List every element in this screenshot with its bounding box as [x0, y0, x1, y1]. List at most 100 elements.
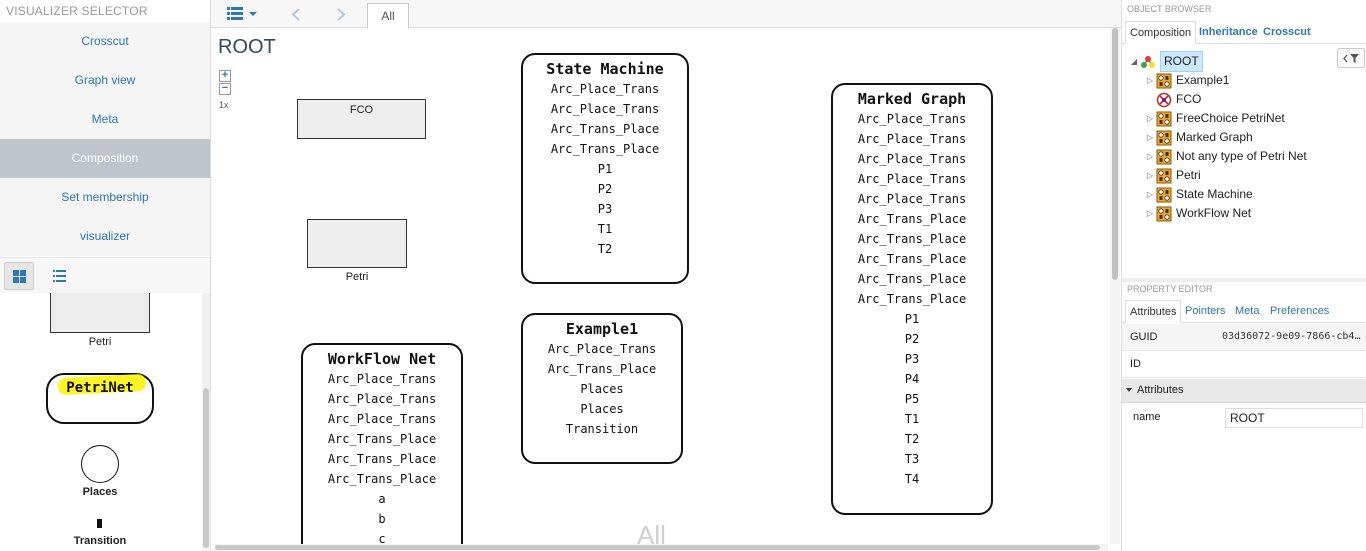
- marked-graph-row: Arc_Trans_Place: [857, 212, 967, 226]
- caret-down-icon: [249, 11, 257, 16]
- tree-node-marked-graph[interactable]: ▷ Marked Graph: [1144, 128, 1253, 147]
- tab-composition[interactable]: Composition: [1125, 21, 1197, 44]
- example1-row: Transition: [565, 422, 639, 436]
- visualizer-item-graph-view[interactable]: Graph view: [0, 61, 210, 100]
- canvas-horizontal-scrollbar-thumb[interactable]: [215, 545, 1100, 550]
- palette-petri-box[interactable]: [50, 293, 150, 333]
- state-machine-rows: Arc_Place_Trans Arc_Place_Trans Arc_Trans_…: [523, 79, 687, 259]
- zoom-out-button[interactable]: −: [219, 83, 231, 95]
- state-machine-row: Arc_Place_Trans: [550, 102, 660, 116]
- tab-all[interactable]: All: [367, 3, 409, 29]
- marked-graph-row: P4: [904, 372, 920, 386]
- canvas-vertical-scrollbar[interactable]: [1110, 28, 1120, 544]
- palette-petri-label: Petri: [88, 336, 112, 348]
- canvas-horizontal-scrollbar[interactable]: [215, 544, 1108, 551]
- tree-node-petri[interactable]: ▷ Petri: [1144, 166, 1201, 185]
- palette-scrollbar-thumb[interactable]: [203, 388, 209, 548]
- marked-graph-row: Arc_Place_Trans: [857, 112, 967, 126]
- state-machine-row: P2: [597, 182, 613, 196]
- canvas-vertical-scrollbar-thumb[interactable]: [1112, 28, 1118, 280]
- back-arrow-icon[interactable]: [291, 8, 301, 21]
- example1-node[interactable]: Example1 Arc_Place_Trans Arc_Trans_Place P…: [521, 313, 683, 464]
- marked-graph-node[interactable]: Marked Graph Arc_Place_Trans Arc_Place_Tr…: [831, 83, 993, 515]
- tab-meta[interactable]: Meta: [1231, 300, 1263, 323]
- tree-node-not-any-type-of-petri-net[interactable]: ▷ Not any type of Petri Net: [1144, 147, 1307, 166]
- fco-node[interactable]: FCO: [297, 99, 426, 139]
- palette-scrollbar[interactable]: [202, 293, 210, 551]
- workflow-net-row: Arc_Trans_Place: [327, 432, 437, 446]
- collapse-triangle-icon: [1126, 388, 1132, 392]
- state-machine-node[interactable]: State Machine Arc_Place_Trans Arc_Place_T…: [521, 53, 689, 284]
- object-tree: ◢ROOT▷Example1▷FCO▷FreeChoice PetriNet▷M…: [1122, 48, 1366, 278]
- tree-node-example1[interactable]: ▷ Example1: [1144, 71, 1229, 90]
- visualizer-item-meta[interactable]: Meta: [0, 100, 210, 139]
- list-view-button[interactable]: [44, 262, 74, 290]
- palette-transition-bar[interactable]: [97, 519, 102, 528]
- zoom-in-button[interactable]: +: [219, 70, 231, 82]
- state-machine-row: Arc_Trans_Place: [550, 122, 660, 136]
- example1-row: Places: [580, 402, 624, 416]
- workflow-net-node[interactable]: WorkFlow Net Arc_Place_Trans Arc_Place_Tr…: [301, 343, 463, 544]
- example1-title: Example1: [565, 320, 639, 338]
- expanded-arrow-icon[interactable]: ◢: [1128, 52, 1140, 71]
- panel-divider[interactable]: [1122, 278, 1366, 282]
- guid-row: GUID 03d36072-9e09-7866-cb4…: [1122, 324, 1366, 351]
- tab-crosscut[interactable]: Crosscut: [1259, 21, 1315, 44]
- panel-menu-button[interactable]: [227, 7, 258, 20]
- palette-places-circle[interactable]: [81, 445, 119, 483]
- model-icon: [1156, 187, 1172, 203]
- expand-arrow-icon[interactable]: ▷: [1144, 109, 1156, 128]
- workflow-net-row: Arc_Trans_Place: [327, 472, 437, 486]
- visualizer-item-composition[interactable]: Composition: [0, 139, 210, 178]
- example1-row: Arc_Trans_Place: [547, 362, 657, 376]
- name-key: name: [1133, 411, 1161, 423]
- attributes-group-label: Attributes: [1137, 384, 1184, 396]
- petri-node[interactable]: [307, 219, 407, 268]
- expand-arrow-icon[interactable]: ▷: [1144, 185, 1156, 204]
- visualizer-item-visualizer[interactable]: visualizer: [0, 217, 210, 256]
- grid-view-button[interactable]: [4, 262, 34, 290]
- diagram-canvas[interactable]: ROOT + − 1x FCO Petri State Machine Arc_…: [211, 28, 1108, 544]
- expand-arrow-icon[interactable]: ▷: [1144, 128, 1156, 147]
- tree-node-freechoice-petrinet[interactable]: ▷ FreeChoice PetriNet: [1144, 109, 1285, 128]
- tree-node-workflow-net[interactable]: ▷ WorkFlow Net: [1144, 204, 1251, 223]
- petri-label: Petri: [345, 271, 369, 283]
- object-browser-tabs: Composition Inheritance Crosscut: [1122, 21, 1366, 44]
- property-editor-title: PROPERTY EDITOR: [1127, 284, 1213, 294]
- tab-pointers[interactable]: Pointers: [1181, 300, 1229, 323]
- property-editor-tabs: Attributes Pointers Meta Preferences: [1122, 300, 1366, 323]
- right-panel: OBJECT BROWSER Composition Inheritance C…: [1121, 0, 1366, 551]
- attributes-group-header[interactable]: Attributes: [1122, 379, 1366, 403]
- model-icon: [1156, 130, 1172, 146]
- visualizer-item-set-membership[interactable]: Set membership: [0, 178, 210, 217]
- tree-node-label: Example1: [1176, 73, 1230, 87]
- marked-graph-row: T1: [904, 412, 920, 426]
- expand-arrow-icon[interactable]: ▷: [1144, 147, 1156, 166]
- tree-node-fco[interactable]: ▷FCO: [1144, 90, 1201, 109]
- marked-graph-row: P3: [904, 352, 920, 366]
- name-field[interactable]: [1225, 408, 1363, 428]
- tree-filter-button[interactable]: [1337, 48, 1365, 68]
- list-icon: [52, 270, 66, 282]
- example1-row: Arc_Place_Trans: [547, 342, 657, 356]
- forward-arrow-icon[interactable]: [336, 8, 346, 21]
- filter-icon: [1343, 53, 1359, 63]
- tab-preferences[interactable]: Preferences: [1266, 300, 1333, 323]
- state-machine-row: T1: [597, 222, 613, 236]
- workflow-net-title: WorkFlow Net: [327, 350, 437, 368]
- expand-arrow-icon[interactable]: ▷: [1144, 204, 1156, 223]
- marked-graph-row: T4: [904, 472, 920, 486]
- tab-inheritance[interactable]: Inheritance: [1195, 21, 1262, 44]
- visualizer-list: Crosscut Graph view Meta Composition Set mem…: [0, 22, 210, 256]
- tab-attributes[interactable]: Attributes: [1125, 300, 1182, 323]
- marked-graph-row: Arc_Place_Trans: [857, 172, 967, 186]
- workflow-net-row: c: [378, 532, 386, 544]
- tree-node-state-machine[interactable]: ▷ State Machine: [1144, 185, 1253, 204]
- marked-graph-row: T2: [904, 432, 920, 446]
- tree-node-label: State Machine: [1176, 187, 1253, 201]
- expand-arrow-icon[interactable]: ▷: [1144, 71, 1156, 90]
- palette-petrinet-node[interactable]: PetriNet: [46, 373, 154, 424]
- expand-arrow-icon[interactable]: ▷: [1144, 166, 1156, 185]
- visualizer-item-crosscut[interactable]: Crosscut: [0, 22, 210, 61]
- tree-node-root[interactable]: ◢ ROOT: [1128, 51, 1203, 72]
